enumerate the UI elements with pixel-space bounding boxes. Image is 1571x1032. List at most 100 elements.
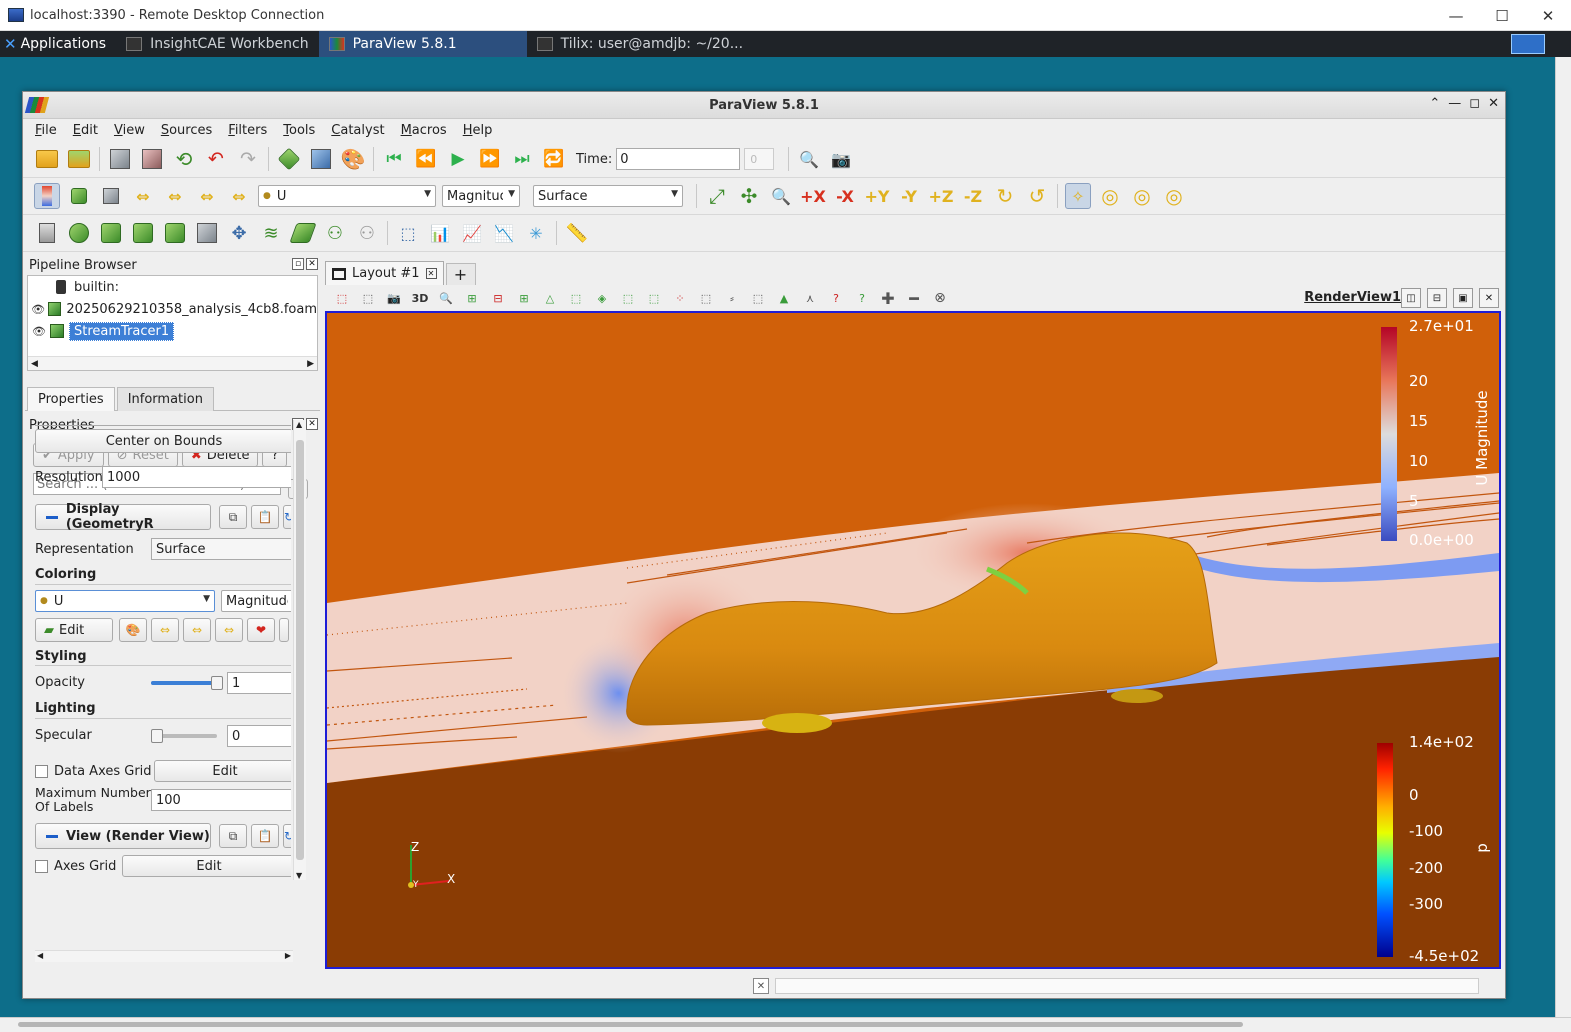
tab-properties[interactable]: Properties	[27, 387, 115, 411]
threshold-icon[interactable]	[162, 220, 188, 246]
rescale-data-range-icon[interactable]: ⇔	[151, 618, 179, 642]
show-center-icon[interactable]: ◎	[1097, 183, 1123, 209]
rdp-minimize-button[interactable]: —	[1433, 0, 1479, 31]
save-screenshot-icon[interactable]	[308, 146, 334, 172]
eye-icon[interactable]: 👁	[28, 303, 48, 316]
close-icon[interactable]: ✕	[306, 258, 318, 270]
select-blocks-icon[interactable]: ⬚	[617, 289, 639, 307]
tab-information[interactable]: Information	[116, 387, 214, 411]
maximize-button[interactable]: ◻	[1469, 96, 1480, 111]
edit-color-map-alt-icon[interactable]	[98, 183, 124, 209]
loop-icon[interactable]: 🔁	[541, 146, 567, 172]
rescale-temporal-range-icon[interactable]: ⇔	[194, 183, 220, 209]
component-combo[interactable]: Magnitude ▼	[442, 185, 520, 207]
copy-icon[interactable]: ⧉	[219, 505, 247, 529]
menu-view[interactable]: View	[106, 123, 153, 138]
reset-camera-closest-icon[interactable]: ✣	[736, 183, 762, 209]
zoom-to-data-icon[interactable]: 🔍	[796, 146, 822, 172]
display-section-header[interactable]: Display (GeometryR	[35, 502, 211, 532]
next-frame-icon[interactable]: ⏩	[477, 146, 503, 172]
find-data-icon[interactable]: ?	[825, 289, 847, 307]
split-horizontal-icon[interactable]: ◫	[1401, 288, 1421, 308]
rotate-plus-90-icon[interactable]: ↻	[992, 183, 1018, 209]
select-cells-polygon-icon[interactable]: ⬚	[565, 289, 587, 307]
pipeline-item-foam[interactable]: 👁 20250629210358_analysis_4cb8.foam	[28, 298, 317, 320]
representation-combo[interactable]: Surface ▼	[533, 185, 683, 207]
camera-icon[interactable]: 📷	[383, 289, 405, 307]
toggle-3d-button[interactable]: 3D	[409, 289, 431, 307]
disconnect-icon[interactable]	[139, 146, 165, 172]
hover-points-icon[interactable]: ⬚	[695, 289, 717, 307]
task-tilix[interactable]: Tilix: user@amdjb: ~/20...	[527, 31, 753, 57]
axes-grid-edit-button[interactable]: Edit	[122, 855, 291, 877]
play-icon[interactable]: ▶	[445, 146, 471, 172]
refresh-icon[interactable]: ↻	[283, 824, 291, 848]
menu-catalyst[interactable]: Catalyst	[323, 123, 392, 138]
rdp-maximize-button[interactable]: ☐	[1479, 0, 1525, 31]
load-state-icon[interactable]	[66, 146, 92, 172]
group-datasets-icon[interactable]: ⚇	[322, 220, 348, 246]
clip-icon[interactable]	[98, 220, 124, 246]
rescale-custom-range-icon[interactable]: ⇔	[162, 183, 188, 209]
view-minus-z-icon[interactable]: -Z	[960, 183, 986, 209]
last-frame-icon[interactable]: ⏭	[509, 146, 535, 172]
view-minus-y-icon[interactable]: -Y	[896, 183, 922, 209]
plot-over-line-icon[interactable]: 📈	[459, 220, 485, 246]
copy-icon[interactable]: ⧉	[219, 824, 247, 848]
center-on-bounds-button[interactable]: Center on Bounds	[35, 429, 291, 453]
menu-file[interactable]: File	[27, 123, 65, 138]
stream-tracer-icon[interactable]: ≋	[258, 220, 284, 246]
choose-preset-icon[interactable]: 🎨	[119, 618, 147, 642]
color-array-combo[interactable]: ● U ▼	[258, 185, 436, 207]
zoom-to-box-icon[interactable]: 🔍	[768, 183, 794, 209]
open-icon[interactable]	[34, 146, 60, 172]
point-labels-icon[interactable]: ?	[851, 289, 873, 307]
pipeline-horizontal-scrollbar[interactable]: ◀ ▶	[28, 356, 317, 370]
opacity-input[interactable]: 1	[227, 672, 291, 694]
minimize-button[interactable]: —	[1448, 96, 1461, 111]
view-plus-x-icon[interactable]: +X	[800, 183, 826, 209]
data-axes-grid-checkbox[interactable]	[35, 764, 48, 778]
task-insightcae[interactable]: InsightCAE Workbench	[116, 31, 318, 57]
task-paraview[interactable]: ParaView 5.8.1	[318, 31, 527, 57]
scroll-up-icon[interactable]: ▲	[296, 420, 302, 429]
rescale-data-range-icon[interactable]: ⇔	[130, 183, 156, 209]
reset-camera-icon[interactable]: ⤢	[704, 183, 730, 209]
reset-center-icon[interactable]: ◎	[1129, 183, 1155, 209]
interactive-select-cells-icon[interactable]: ⬚	[643, 289, 665, 307]
properties-horizontal-scrollbar[interactable]: ◀ ▶	[35, 950, 293, 962]
max-labels-input[interactable]: 100	[151, 789, 291, 811]
favorites-icon[interactable]: ❤	[247, 618, 275, 642]
menu-help[interactable]: Help	[455, 123, 501, 138]
color-palette-icon[interactable]: 🎨	[340, 146, 366, 172]
tab-layout-1[interactable]: Layout #1 ✕	[325, 261, 444, 285]
clear-icon[interactable]: ⊗	[929, 289, 951, 307]
contour-icon[interactable]	[66, 220, 92, 246]
first-frame-icon[interactable]: ⏮	[381, 146, 407, 172]
view-plus-y-icon[interactable]: +Y	[864, 183, 890, 209]
properties-vertical-scrollbar[interactable]: ▲ ▼	[293, 420, 306, 880]
plot-selection-icon[interactable]: 📊	[427, 220, 453, 246]
plot-over-time-icon[interactable]: 📉	[491, 220, 517, 246]
zoom-out-icon[interactable]: ━	[903, 289, 925, 308]
show-orientation-axes-icon[interactable]: ✧	[1065, 183, 1091, 209]
rescale-visible-range-icon[interactable]: ⇔	[226, 183, 252, 209]
camera-link-icon[interactable]: 🔍	[435, 289, 457, 307]
add-layout-button[interactable]: +	[445, 263, 476, 285]
desktop-horizontal-scrollbar[interactable]	[0, 1017, 1571, 1032]
scroll-thumb[interactable]	[296, 440, 304, 860]
render-view-viewport[interactable]: Z X Y 2.7e+01 20 15 10 5 0.0e+00 U Magni…	[325, 311, 1501, 969]
pipeline-item-streamtracer[interactable]: 👁 StreamTracer1	[28, 320, 317, 342]
calculator-icon[interactable]	[34, 220, 60, 246]
capture-screenshot-icon[interactable]: 📷	[828, 146, 854, 172]
menu-edit[interactable]: Edit	[65, 123, 106, 138]
grow-selection-icon[interactable]: ⬚	[747, 289, 769, 307]
eye-icon[interactable]: 👁	[28, 325, 50, 338]
menu-tools[interactable]: Tools	[275, 123, 323, 138]
select-points-on-icon[interactable]: ⊟	[487, 289, 509, 307]
ruler-icon[interactable]: 📏	[564, 220, 590, 246]
clear-selection-icon[interactable]: ⋏	[799, 289, 821, 307]
view-plus-z-icon[interactable]: +Z	[928, 183, 954, 209]
rescale-custom-range-icon[interactable]: ⇔	[183, 618, 211, 642]
split-vertical-icon[interactable]: ⊟	[1427, 288, 1447, 308]
